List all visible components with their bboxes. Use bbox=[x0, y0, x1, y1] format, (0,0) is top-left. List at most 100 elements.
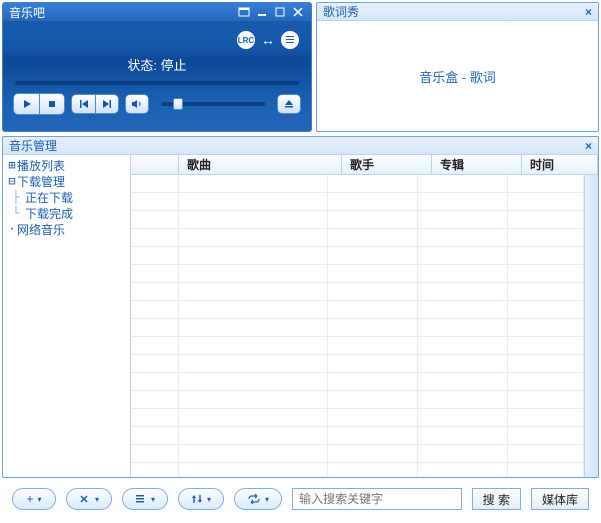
lyrics-header: 歌词秀 × bbox=[317, 3, 598, 21]
caret-down-icon: ▾ bbox=[95, 495, 99, 504]
prev-button[interactable] bbox=[71, 94, 95, 114]
sort-icon bbox=[191, 494, 203, 504]
manager-body: ⊞播放列表 ⊟下载管理 ├正在下载 └下载完成 ·网络音乐 歌曲 歌手 专辑 时… bbox=[3, 155, 598, 477]
bottom-toolbar: +▾ ▾ ▾ ▾ ▾ 搜 索 媒体库 bbox=[2, 484, 599, 514]
minimize-icon[interactable] bbox=[255, 6, 269, 18]
repeat-button[interactable]: ▾ bbox=[234, 488, 282, 510]
repeat-icon bbox=[247, 494, 261, 504]
tree-label: 下载管理 bbox=[17, 173, 65, 190]
table-row[interactable] bbox=[131, 391, 584, 409]
search-button[interactable]: 搜 索 bbox=[472, 488, 521, 510]
manager-header: 音乐管理 × bbox=[3, 137, 598, 155]
caret-down-icon: ▾ bbox=[38, 495, 42, 504]
lyrics-body: 音乐盒 - 歌词 bbox=[317, 21, 598, 131]
tree-label: 下载完成 bbox=[25, 205, 73, 222]
prev-next-group bbox=[71, 94, 119, 114]
add-button[interactable]: +▾ bbox=[12, 488, 56, 510]
remove-icon bbox=[79, 494, 91, 504]
tree-download-mgr[interactable]: ⊟下载管理 bbox=[7, 173, 126, 189]
lyrics-title: 歌词秀 bbox=[323, 3, 359, 20]
tree-net-music[interactable]: ·网络音乐 bbox=[7, 221, 126, 237]
table-row[interactable] bbox=[131, 409, 584, 427]
manager-title: 音乐管理 bbox=[9, 137, 57, 154]
player-title: 音乐吧 bbox=[9, 4, 45, 21]
media-library-button[interactable]: 媒体库 bbox=[531, 488, 589, 510]
table-row[interactable] bbox=[131, 229, 584, 247]
table-row[interactable] bbox=[131, 247, 584, 265]
lyrics-text: 音乐盒 - 歌词 bbox=[419, 67, 496, 86]
tree-label: 正在下载 bbox=[25, 189, 73, 206]
tree-branch-icon: └ bbox=[7, 206, 25, 220]
grid-body[interactable] bbox=[131, 175, 584, 477]
music-manager-panel: 音乐管理 × ⊞播放列表 ⊟下载管理 ├正在下载 └下载完成 ·网络音乐 歌曲 … bbox=[2, 136, 599, 478]
stop-button[interactable] bbox=[39, 93, 65, 115]
tree-playlist[interactable]: ⊞播放列表 bbox=[7, 157, 126, 173]
table-row[interactable] bbox=[131, 193, 584, 211]
tree-label: 网络音乐 bbox=[17, 221, 65, 238]
volume-slider[interactable] bbox=[161, 102, 265, 106]
window-buttons bbox=[237, 6, 305, 18]
search-input[interactable] bbox=[292, 488, 462, 510]
table-row[interactable] bbox=[131, 463, 584, 477]
app-root: 音乐吧 LRC ↔ 状态: 停止 bbox=[0, 0, 601, 523]
tree-downloading[interactable]: ├正在下载 bbox=[7, 189, 126, 205]
table-row[interactable] bbox=[131, 355, 584, 373]
top-row: 音乐吧 LRC ↔ 状态: 停止 bbox=[2, 2, 599, 132]
caret-down-icon: ▾ bbox=[265, 495, 269, 504]
status-line: 状态: 停止 bbox=[127, 55, 186, 74]
next-button[interactable] bbox=[95, 94, 119, 114]
controls-row bbox=[3, 85, 311, 121]
songs-grid: 歌曲 歌手 专辑 时间 bbox=[131, 155, 598, 477]
caret-down-icon: ▾ bbox=[151, 495, 155, 504]
list-icon bbox=[135, 494, 147, 504]
table-row[interactable] bbox=[131, 175, 584, 193]
maximize-icon[interactable] bbox=[273, 6, 287, 18]
caret-down-icon: ▾ bbox=[207, 495, 211, 504]
col-number[interactable] bbox=[131, 155, 179, 174]
close-icon[interactable] bbox=[291, 6, 305, 18]
grid-header: 歌曲 歌手 专辑 时间 bbox=[131, 155, 598, 175]
collapse-icon[interactable]: ⊟ bbox=[7, 176, 17, 186]
col-singer[interactable]: 歌手 bbox=[342, 155, 432, 174]
col-time[interactable]: 时间 bbox=[522, 155, 598, 174]
status-value: 停止 bbox=[161, 58, 187, 73]
table-row[interactable] bbox=[131, 427, 584, 445]
progress-bar[interactable] bbox=[15, 81, 299, 85]
playlist-icon[interactable] bbox=[281, 31, 299, 49]
display-icons: LRC ↔ bbox=[237, 31, 299, 49]
play-button[interactable] bbox=[13, 93, 39, 115]
track-arrows-icon[interactable]: ↔ bbox=[261, 32, 275, 48]
play-stop-group bbox=[13, 93, 65, 115]
table-row[interactable] bbox=[131, 283, 584, 301]
switch-mode-icon[interactable] bbox=[237, 6, 251, 18]
player-display: LRC ↔ 状态: 停止 bbox=[3, 21, 311, 81]
volume-thumb[interactable] bbox=[173, 98, 183, 110]
nav-tree: ⊞播放列表 ⊟下载管理 ├正在下载 └下载完成 ·网络音乐 bbox=[3, 155, 131, 477]
manager-close-icon[interactable]: × bbox=[585, 139, 592, 153]
volume-button[interactable] bbox=[125, 94, 149, 114]
table-row[interactable] bbox=[131, 373, 584, 391]
scrollbar-vertical[interactable] bbox=[584, 175, 598, 477]
table-row[interactable] bbox=[131, 337, 584, 355]
col-album[interactable]: 专辑 bbox=[432, 155, 522, 174]
expand-icon[interactable]: ⊞ bbox=[7, 160, 17, 170]
player-header: 音乐吧 bbox=[3, 3, 311, 21]
table-row[interactable] bbox=[131, 319, 584, 337]
col-song[interactable]: 歌曲 bbox=[179, 155, 342, 174]
player-panel: 音乐吧 LRC ↔ 状态: 停止 bbox=[2, 2, 312, 132]
eject-button[interactable] bbox=[277, 94, 301, 114]
lyrics-close-icon[interactable]: × bbox=[585, 5, 592, 19]
remove-button[interactable]: ▾ bbox=[66, 488, 112, 510]
sort-button[interactable]: ▾ bbox=[178, 488, 224, 510]
lrc-icon[interactable]: LRC bbox=[237, 31, 255, 49]
leaf-icon: · bbox=[7, 224, 17, 234]
table-row[interactable] bbox=[131, 301, 584, 319]
lyrics-panel: 歌词秀 × 音乐盒 - 歌词 bbox=[316, 2, 599, 132]
table-row[interactable] bbox=[131, 211, 584, 229]
list-button[interactable]: ▾ bbox=[122, 488, 168, 510]
status-label: 状态: bbox=[127, 58, 157, 73]
tree-download-done[interactable]: └下载完成 bbox=[7, 205, 126, 221]
table-row[interactable] bbox=[131, 265, 584, 283]
tree-label: 播放列表 bbox=[17, 157, 65, 174]
table-row[interactable] bbox=[131, 445, 584, 463]
